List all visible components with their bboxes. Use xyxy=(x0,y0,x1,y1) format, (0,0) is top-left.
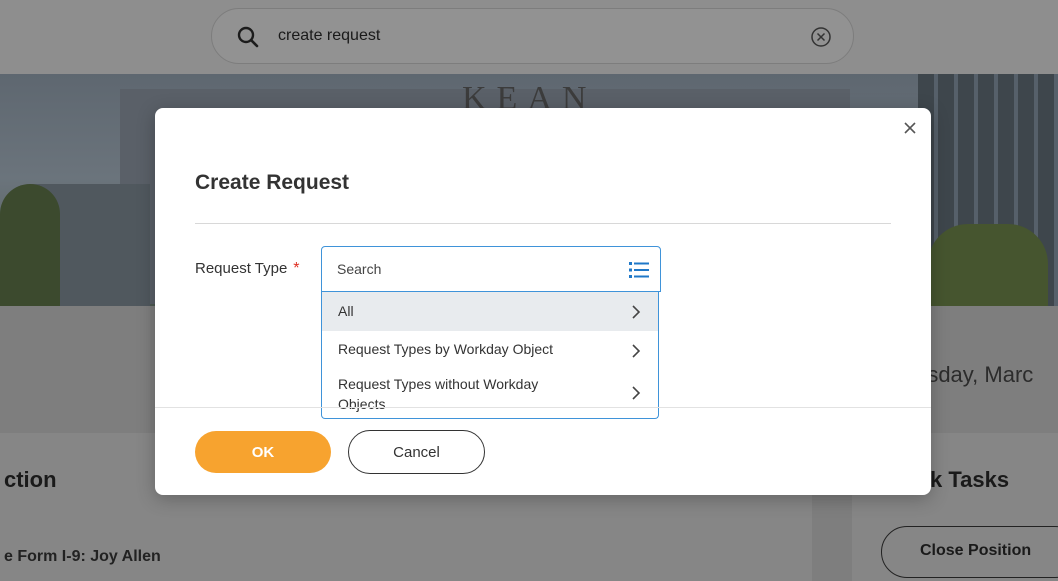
chevron-right-icon xyxy=(632,386,641,400)
hero-tree-right xyxy=(928,224,1048,306)
dialog-title: Create Request xyxy=(195,171,350,194)
option-all[interactable]: All xyxy=(322,292,658,331)
global-search-bar[interactable]: create request xyxy=(211,8,854,64)
cancel-button[interactable]: Cancel xyxy=(348,430,485,474)
option-label: Request Types without Workday Objects xyxy=(338,376,539,412)
left-section-title: ction xyxy=(4,467,57,492)
create-request-dialog: Create Request Request Type * All Request… xyxy=(155,108,931,495)
quick-tasks-title: k Tasks xyxy=(930,467,1010,492)
list-icon[interactable] xyxy=(629,261,649,279)
request-type-dropdown: All Request Types by Workday Object Requ… xyxy=(321,292,659,419)
close-icon[interactable] xyxy=(902,120,918,136)
request-type-prompt[interactable] xyxy=(321,246,661,292)
hero-tree-left xyxy=(0,184,60,306)
option-without-workday-objects[interactable]: Request Types without Workday Objects xyxy=(322,369,658,417)
search-icon xyxy=(237,26,259,48)
request-type-label: Request Type * xyxy=(195,260,300,278)
close-position-button[interactable]: Close Position xyxy=(881,526,1058,578)
global-search-query[interactable]: create request xyxy=(278,27,380,45)
clear-icon[interactable] xyxy=(810,26,832,48)
date-heading: rsday, Marc xyxy=(920,362,1034,387)
footer-divider xyxy=(155,407,931,408)
chevron-right-icon xyxy=(632,344,641,358)
request-type-label-text: Request Type xyxy=(195,260,288,277)
option-label: All xyxy=(338,303,354,319)
request-type-search-input[interactable] xyxy=(337,259,607,279)
ok-button[interactable]: OK xyxy=(195,431,331,473)
chevron-right-icon xyxy=(632,305,641,319)
task-item[interactable]: e Form I-9: Joy Allen xyxy=(4,548,161,566)
title-divider xyxy=(195,223,891,224)
option-by-workday-object[interactable]: Request Types by Workday Object xyxy=(322,331,658,369)
page-header: create request xyxy=(0,0,1058,74)
required-marker: * xyxy=(293,260,300,277)
option-label: Request Types by Workday Object xyxy=(338,341,554,357)
